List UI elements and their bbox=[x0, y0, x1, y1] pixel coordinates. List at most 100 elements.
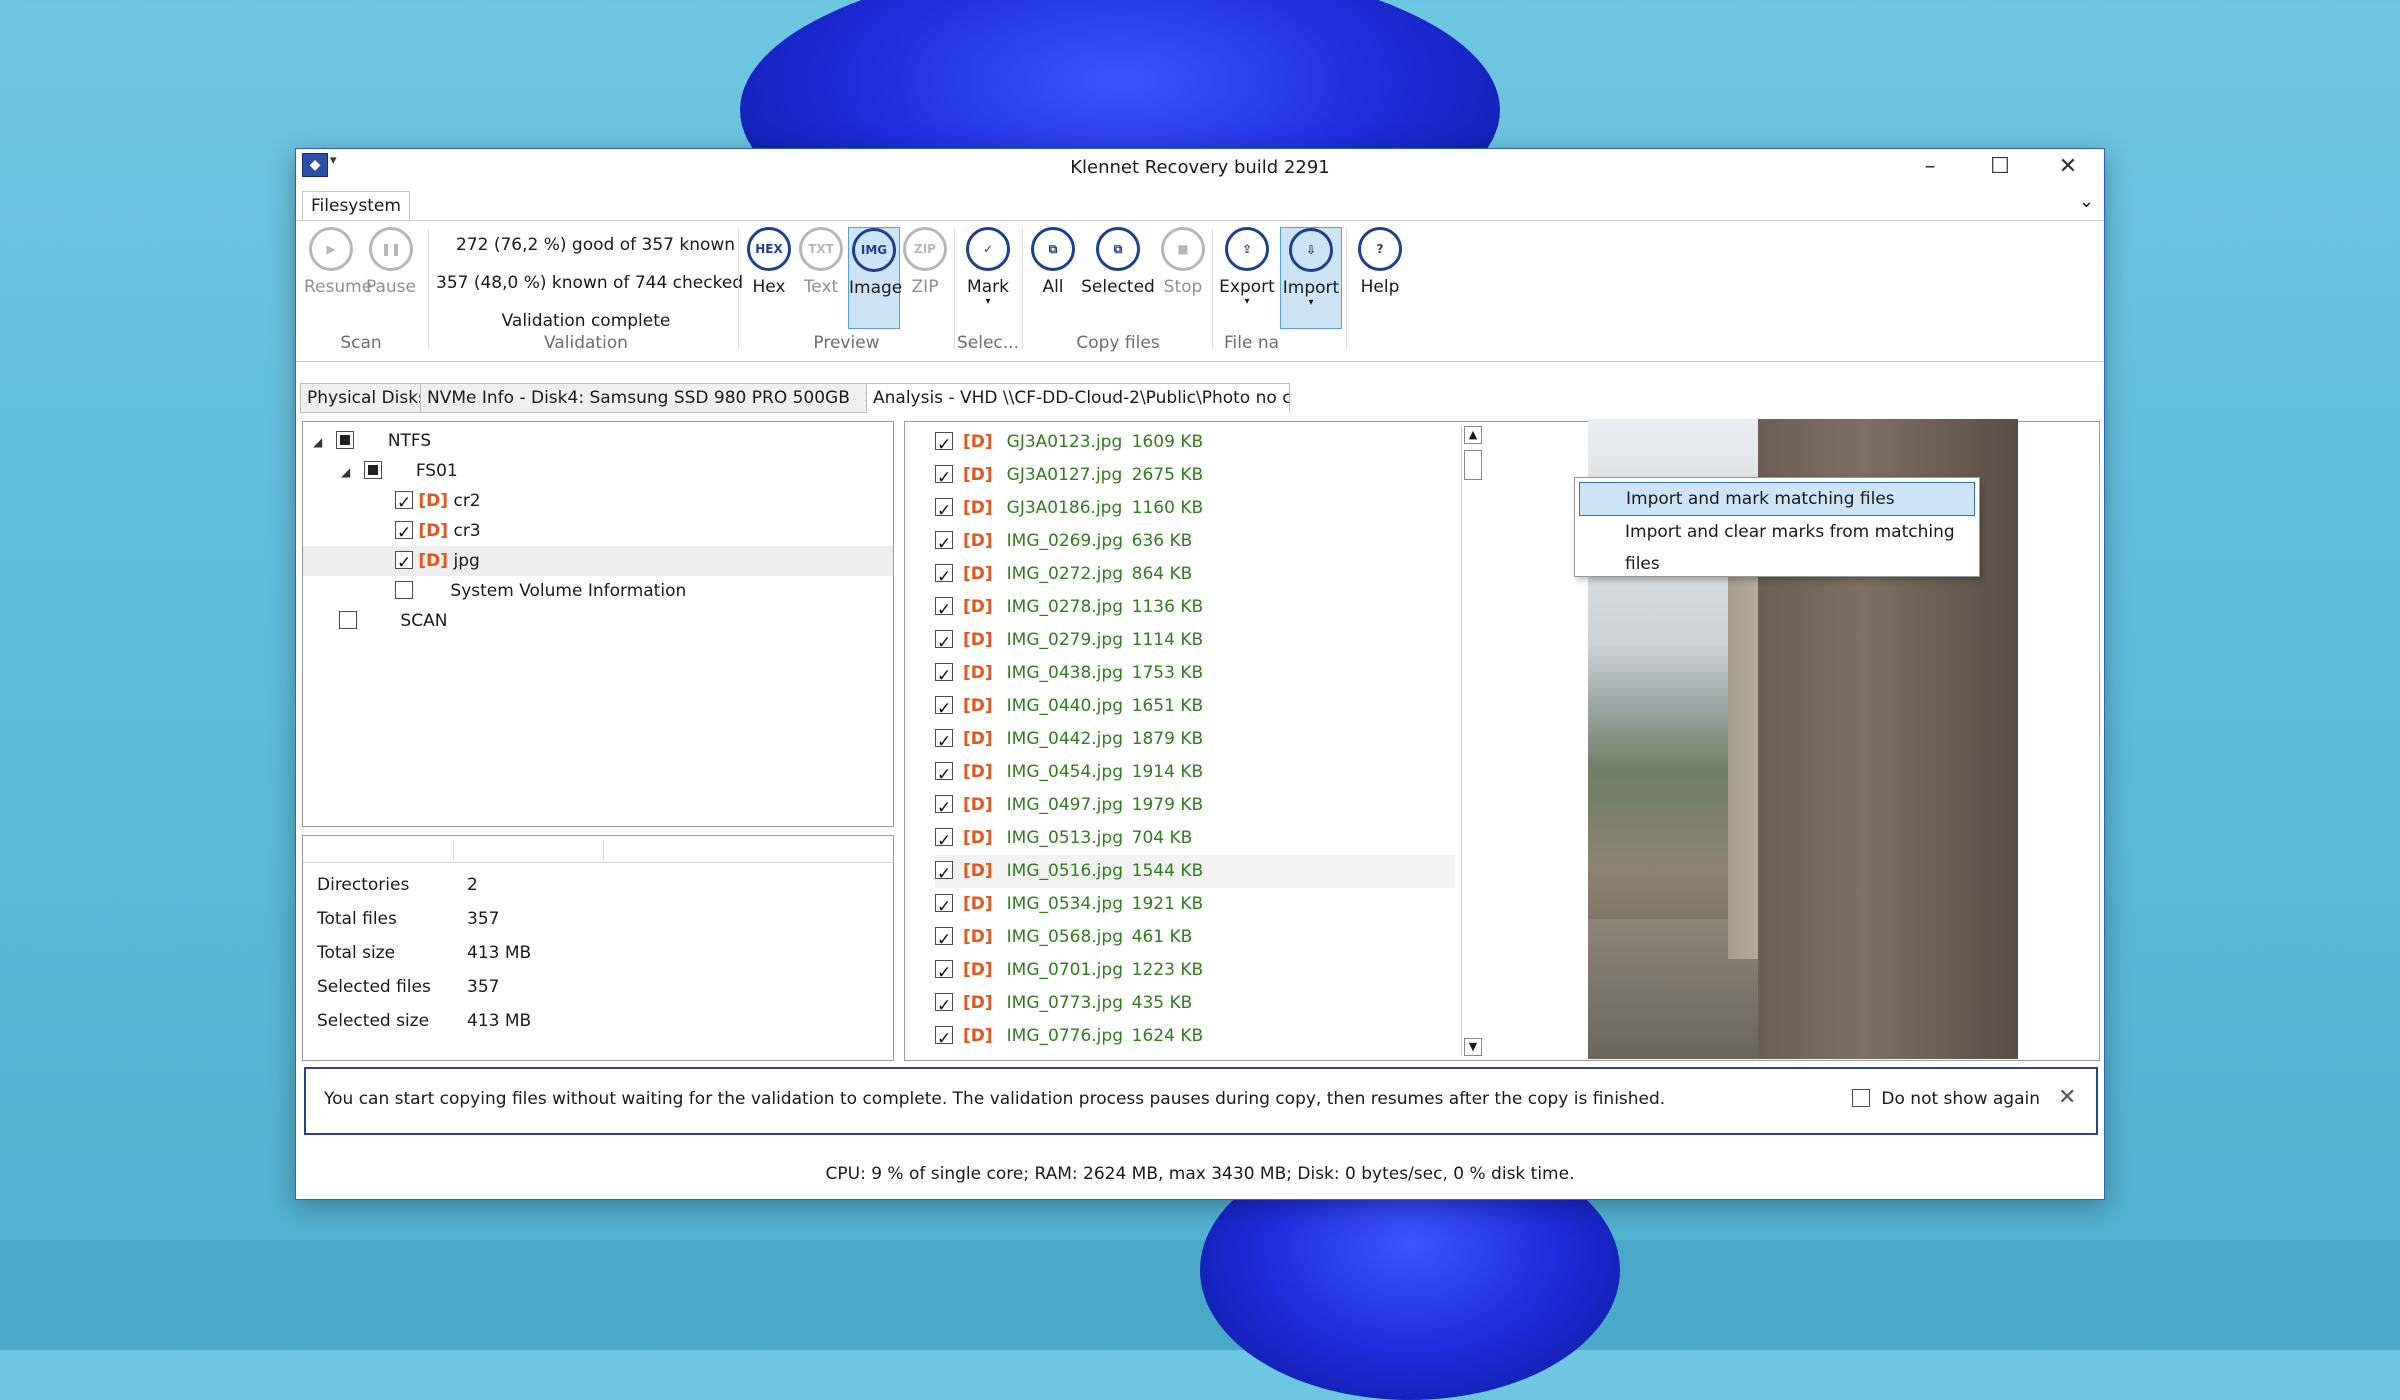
file-checkbox[interactable] bbox=[935, 990, 953, 1023]
group-label-file-names: File na bbox=[1224, 333, 1280, 353]
tab-filesystem[interactable]: Filesystem bbox=[302, 191, 410, 220]
copy-all-button[interactable]: ⧉ All bbox=[1028, 227, 1078, 327]
tree-checkbox[interactable] bbox=[395, 548, 413, 578]
file-checkbox[interactable] bbox=[935, 726, 953, 759]
checkbox-box[interactable] bbox=[1852, 1089, 1870, 1107]
file-row[interactable]: [D] IMG_0516.jpg 1544 KB bbox=[935, 855, 1455, 891]
deleted-tag: [D] bbox=[963, 696, 993, 716]
tab-physical-disks[interactable]: Physical Disks bbox=[300, 383, 428, 413]
import-button[interactable]: ⇩ Import ▾ bbox=[1280, 227, 1342, 329]
file-row[interactable]: [D] IMG_0568.jpg 461 KB bbox=[935, 921, 1455, 957]
tree-node-ntfs[interactable]: ◢ NTFS bbox=[313, 426, 431, 456]
copy-selected-button[interactable]: ⧉ Selected bbox=[1080, 227, 1156, 327]
collapse-arrow-icon[interactable]: ◢ bbox=[341, 457, 359, 487]
stop-copy-button[interactable]: ■ Stop bbox=[1158, 227, 1208, 327]
file-row[interactable]: [D] IMG_0773.jpg 435 KB bbox=[935, 987, 1455, 1023]
file-name: IMG_0454.jpg bbox=[1006, 762, 1123, 782]
file-checkbox[interactable] bbox=[935, 759, 953, 792]
minimize-button[interactable]: – bbox=[1906, 153, 1954, 181]
file-checkbox[interactable] bbox=[935, 561, 953, 594]
hex-preview-button[interactable]: HEX Hex bbox=[743, 227, 795, 327]
file-row[interactable]: [D] IMG_0513.jpg 704 KB bbox=[935, 822, 1455, 858]
tree-checkbox[interactable] bbox=[395, 581, 413, 599]
tree-node-cr3[interactable]: [D] cr3 bbox=[395, 516, 481, 548]
zip-preview-button[interactable]: ZIP ZIP bbox=[900, 227, 950, 327]
scroll-up-icon[interactable]: ▲ bbox=[1464, 426, 1482, 444]
tree-node-fs01[interactable]: ◢ FS01 bbox=[341, 456, 458, 486]
tree-node-system-volume-information[interactable]: System Volume Information bbox=[395, 576, 686, 606]
file-list-scrollbar[interactable]: ▲ ▼ bbox=[1461, 426, 1482, 1056]
file-row[interactable]: [D] GJ3A0123.jpg 1609 KB bbox=[935, 426, 1455, 462]
file-row[interactable]: [D] IMG_0776.jpg 1624 KB bbox=[935, 1020, 1455, 1056]
file-checkbox[interactable] bbox=[935, 660, 953, 693]
column-divider bbox=[603, 840, 604, 860]
file-checkbox[interactable] bbox=[935, 1023, 953, 1056]
file-checkbox[interactable] bbox=[935, 495, 953, 528]
file-row[interactable]: [D] IMG_0438.jpg 1753 KB bbox=[935, 657, 1455, 693]
file-checkbox[interactable] bbox=[935, 957, 953, 990]
ribbon-collapse-chevron-icon[interactable]: ⌄ bbox=[2079, 191, 2094, 212]
file-row[interactable]: [D] IMG_0442.jpg 1879 KB bbox=[935, 723, 1455, 759]
file-row[interactable]: [D] IMG_0279.jpg 1114 KB bbox=[935, 624, 1455, 660]
ribbon-tabs: Filesystem ⌄ bbox=[296, 189, 2104, 221]
menu-import-and-mark[interactable]: Import and mark matching files bbox=[1579, 482, 1975, 516]
tree-checkbox[interactable] bbox=[395, 518, 413, 548]
scroll-down-icon[interactable]: ▼ bbox=[1464, 1038, 1482, 1056]
status-bar: CPU: 9 % of single core; RAM: 2624 MB, m… bbox=[825, 1164, 1575, 1184]
mark-button[interactable]: ✓ Mark ▾ bbox=[960, 227, 1016, 327]
info-close-icon[interactable]: ✕ bbox=[2058, 1085, 2076, 1110]
tree-checkbox[interactable] bbox=[336, 431, 355, 449]
file-row[interactable]: [D] IMG_0440.jpg 1651 KB bbox=[935, 690, 1455, 726]
file-checkbox[interactable] bbox=[935, 528, 953, 561]
tree-checkbox[interactable] bbox=[395, 488, 413, 518]
file-size: 1879 KB bbox=[1131, 729, 1204, 749]
file-size: 435 KB bbox=[1131, 993, 1193, 1013]
do-not-show-again-checkbox[interactable]: Do not show again bbox=[1852, 1089, 2040, 1109]
file-checkbox[interactable] bbox=[935, 825, 953, 858]
close-button[interactable]: ✕ bbox=[2044, 153, 2092, 181]
tab-nvme-info[interactable]: NVMe Info - Disk4: Samsung SSD 980 PRO 5… bbox=[420, 383, 868, 413]
menu-import-and-clear-marks[interactable]: Import and clear marks from matching fil… bbox=[1579, 516, 1975, 574]
file-checkbox[interactable] bbox=[935, 429, 953, 462]
scroll-thumb[interactable] bbox=[1464, 450, 1482, 480]
file-row[interactable]: [D] GJ3A0186.jpg 1160 KB bbox=[935, 492, 1455, 528]
tree-node-cr2[interactable]: [D] cr2 bbox=[395, 486, 481, 518]
image-preview-button[interactable]: IMG Image bbox=[848, 227, 902, 329]
file-row[interactable]: [D] GJ3A0127.jpg 2675 KB bbox=[935, 459, 1455, 495]
file-name: GJ3A0186.jpg bbox=[1006, 498, 1123, 518]
file-row[interactable]: [D] IMG_0272.jpg 864 KB bbox=[935, 558, 1455, 594]
file-checkbox[interactable] bbox=[935, 693, 953, 726]
tree-checkbox[interactable] bbox=[364, 461, 383, 479]
file-checkbox[interactable] bbox=[935, 924, 953, 957]
collapse-arrow-icon[interactable]: ◢ bbox=[313, 427, 331, 457]
deleted-tag: [D] bbox=[963, 630, 993, 650]
text-preview-button[interactable]: TXT Text bbox=[796, 227, 846, 327]
file-row[interactable]: [D] IMG_0534.jpg 1921 KB bbox=[935, 888, 1455, 924]
file-name: IMG_0516.jpg bbox=[1006, 861, 1123, 881]
maximize-button[interactable]: ☐ bbox=[1976, 153, 2024, 181]
deleted-tag: [D] bbox=[963, 993, 993, 1013]
file-checkbox[interactable] bbox=[935, 594, 953, 627]
file-checkbox[interactable] bbox=[935, 858, 953, 891]
help-button[interactable]: ? Help bbox=[1352, 227, 1408, 327]
file-row[interactable]: [D] IMG_0269.jpg 636 KB bbox=[935, 525, 1455, 561]
group-separator bbox=[428, 229, 429, 349]
tree-checkbox[interactable] bbox=[339, 611, 357, 629]
file-name: IMG_0534.jpg bbox=[1006, 894, 1123, 914]
file-row[interactable]: [D] IMG_0278.jpg 1136 KB bbox=[935, 591, 1455, 627]
file-checkbox[interactable] bbox=[935, 792, 953, 825]
tab-analysis[interactable]: Analysis - VHD \\CF-DD-Cloud-2\Public\Ph… bbox=[866, 383, 1290, 413]
export-button[interactable]: ⇪ Export ▾ bbox=[1218, 227, 1276, 327]
pause-button[interactable]: ❚❚ Pause bbox=[364, 227, 418, 327]
file-checkbox[interactable] bbox=[935, 462, 953, 495]
deleted-tag: [D] bbox=[963, 1026, 993, 1046]
deleted-tag: [D] bbox=[963, 828, 993, 848]
file-row[interactable]: [D] IMG_0454.jpg 1914 KB bbox=[935, 756, 1455, 792]
file-row[interactable]: [D] IMG_0497.jpg 1979 KB bbox=[935, 789, 1455, 825]
file-row[interactable]: [D] IMG_0701.jpg 1223 KB bbox=[935, 954, 1455, 990]
file-checkbox[interactable] bbox=[935, 891, 953, 924]
file-checkbox[interactable] bbox=[935, 627, 953, 660]
tree-node-scan[interactable]: SCAN bbox=[339, 606, 447, 636]
tree-node-jpg[interactable]: [D] jpg bbox=[303, 546, 893, 578]
resume-button[interactable]: ▶ Resume bbox=[304, 227, 372, 327]
